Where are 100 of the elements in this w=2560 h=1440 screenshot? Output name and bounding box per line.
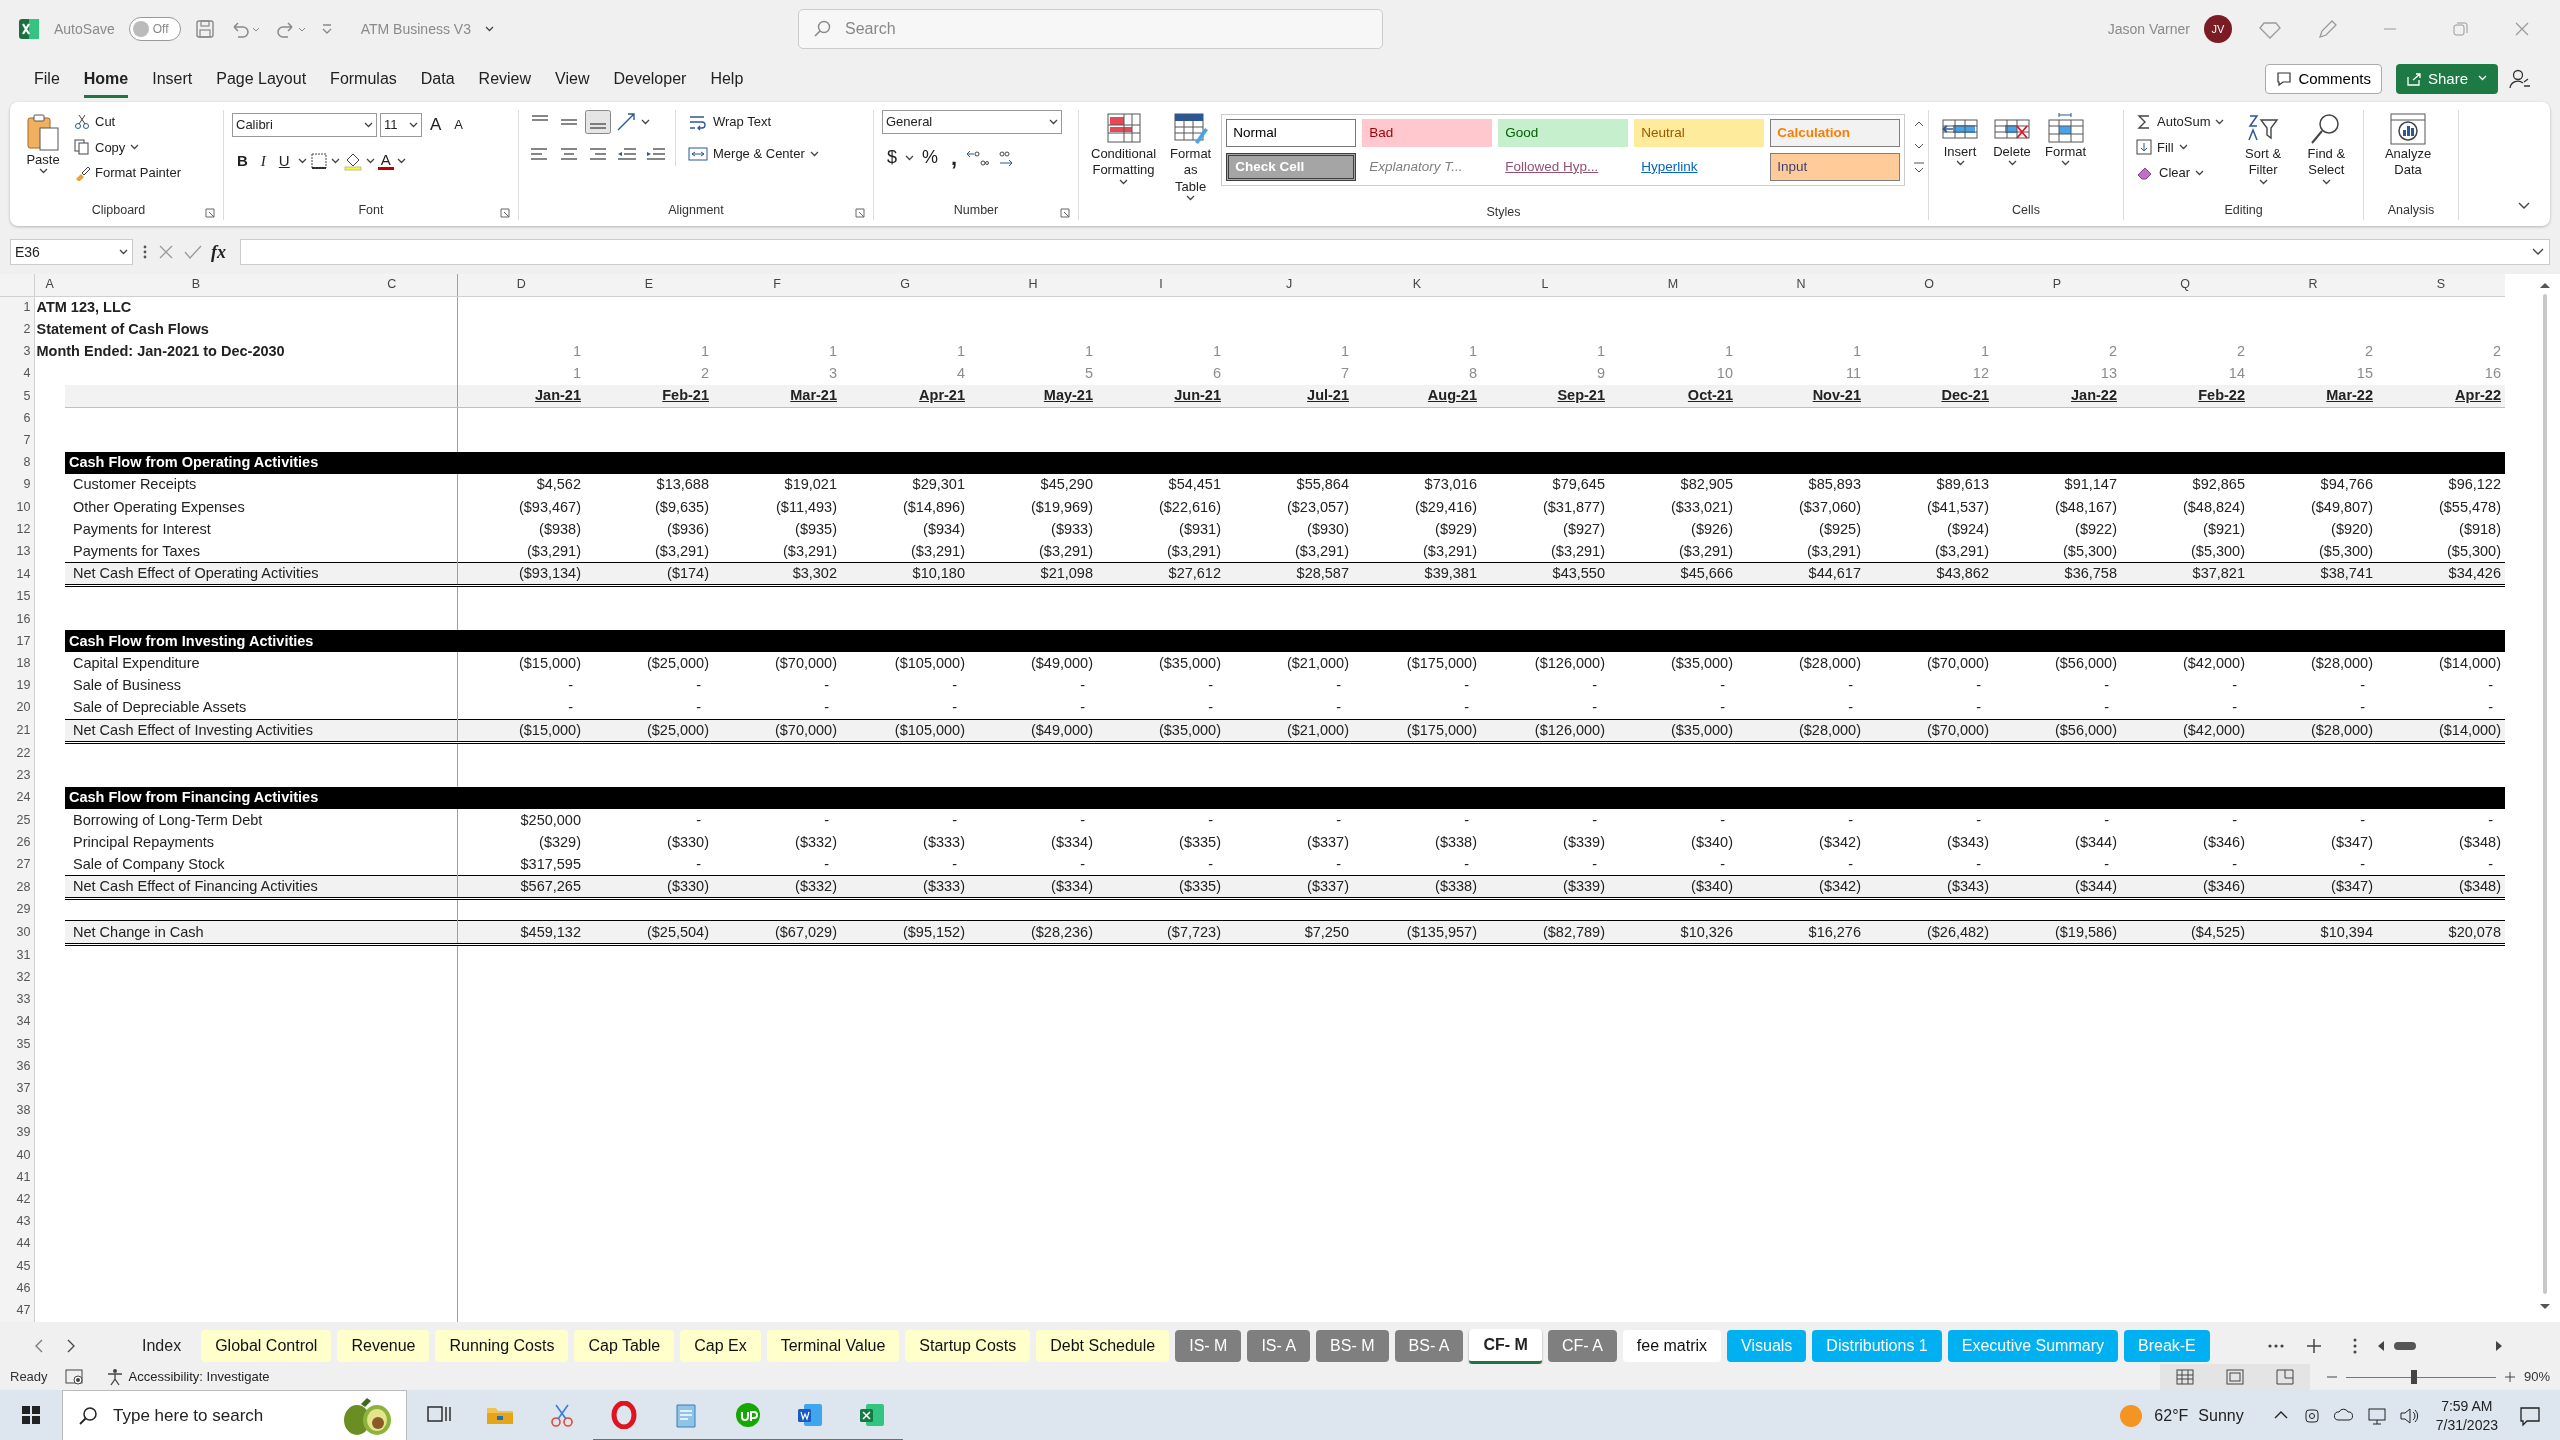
number-format-dropdown[interactable]: General [882,110,1062,134]
redo-icon[interactable] [274,19,307,39]
bottom-align-icon[interactable] [585,110,611,134]
column-header[interactable]: O [1865,274,1993,297]
clock-time[interactable]: 7:59 AM [2441,1397,2493,1416]
sheet-tab[interactable]: CF- M [1469,1328,1542,1364]
row-number[interactable]: 6 [0,407,34,430]
customize-icon[interactable] [320,22,333,36]
macro-record-icon[interactable] [63,1368,86,1386]
sheet-tab[interactable]: Revenue [337,1330,430,1362]
fill-button[interactable]: Fill [2132,135,2229,159]
column-header[interactable]: F [713,274,841,297]
row-number[interactable]: 17 [0,630,34,653]
conditional-formatting-button[interactable]: Conditional Formatting [1087,110,1161,187]
cell-style-option[interactable]: Bad [1362,119,1493,147]
row-number[interactable]: 22 [0,742,34,765]
formula-input[interactable] [240,239,2550,265]
cell-style-option[interactable]: Input [1770,153,1901,181]
cancel-icon[interactable] [157,243,175,261]
menu-tab[interactable]: Help [698,63,756,95]
menu-tab[interactable]: Review [466,63,544,95]
column-header[interactable]: R [2249,274,2377,297]
cell-style-option[interactable]: Hyperlink [1634,153,1765,181]
row-number[interactable]: 12 [0,518,34,541]
row-number[interactable]: 35 [0,1032,34,1056]
name-box[interactable]: E36 [10,239,133,265]
zoom-slider-thumb[interactable] [2410,1370,2417,1384]
row-number[interactable]: 7 [0,429,34,452]
row-number[interactable]: 16 [0,608,34,631]
underline-button[interactable]: U [273,147,295,174]
row-number[interactable]: 8 [0,451,34,474]
row-number[interactable]: 2 [0,318,34,341]
row-number[interactable]: 38 [0,1099,34,1122]
sheet-tab[interactable]: IS- A [1247,1330,1311,1362]
notification-icon[interactable] [2518,1404,2542,1428]
row-number[interactable]: 36 [0,1055,34,1078]
round-app-icon[interactable] [733,1400,763,1429]
save-icon[interactable] [194,19,215,39]
column-header[interactable]: I [1097,274,1225,297]
menu-tab[interactable]: Developer [601,63,699,95]
row-number[interactable]: 28 [0,875,34,899]
row-number[interactable]: 23 [0,764,34,787]
sheet-tab[interactable]: Terminal Value [766,1330,900,1362]
row-number[interactable]: 44 [0,1232,34,1255]
sheet-tab[interactable]: Running Costs [435,1330,569,1362]
column-header[interactable]: E [585,274,713,297]
font-size-dropdown[interactable]: 11 [380,112,422,137]
cell-style-option[interactable]: Followed Hyp... [1498,153,1629,181]
row-number[interactable]: 20 [0,696,34,720]
accessibility-button[interactable]: Accessibility: Investigate [101,1365,274,1389]
menu-tab[interactable]: Insert [140,63,205,95]
row-number[interactable]: 43 [0,1210,34,1233]
currency-button[interactable]: $ [882,142,902,173]
find-select-button[interactable]: Find & Select [2297,110,2355,187]
menu-tab[interactable]: Formulas [318,63,409,95]
row-number[interactable]: 1 [0,296,34,319]
row-number[interactable]: 41 [0,1166,34,1189]
format-as-table-button[interactable]: Format as Table [1166,110,1216,203]
menu-tab[interactable]: File [22,63,72,95]
clear-button[interactable]: Clear [2132,161,2229,185]
sheet-tab[interactable]: Index [128,1330,196,1362]
search-field[interactable]: Search [797,9,1383,49]
cell-style-option[interactable]: Normal [1226,119,1357,147]
menu-tab[interactable]: Data [408,63,467,95]
cell-style-option[interactable]: Neutral [1634,119,1765,147]
font-color-button[interactable]: A [377,151,394,170]
row-number[interactable]: 34 [0,1010,34,1033]
row-number[interactable]: 33 [0,988,34,1011]
column-header[interactable]: G [841,274,969,297]
column-header[interactable]: M [1609,274,1737,297]
spreadsheet-logo-icon[interactable] [18,18,40,40]
row-number[interactable]: 9 [0,473,34,497]
row-number[interactable]: 32 [0,966,34,989]
network-icon[interactable] [2365,1405,2388,1427]
user-avatar[interactable]: JV [2204,15,2232,43]
row-number[interactable]: 24 [0,786,34,809]
sheet-tab[interactable]: BS- M [1316,1330,1389,1362]
row-number[interactable]: 46 [0,1277,34,1300]
row-number[interactable]: 18 [0,652,34,675]
format-button[interactable]: Format [2041,110,2091,169]
sheet-tab[interactable]: Cap Ex [680,1330,761,1362]
dialog-launcher-icon[interactable] [1060,208,1070,218]
row-number[interactable]: 13 [0,540,34,563]
sheet-tab[interactable]: CF- A [1547,1330,1617,1362]
column-header[interactable]: H [969,274,1097,297]
paste-button[interactable]: Paste [22,110,64,177]
comments-button[interactable]: Comments [2265,63,2382,95]
menu-tab[interactable]: Home [71,63,141,95]
cut-button[interactable]: Cut [70,110,185,134]
zoom-in-icon[interactable] [2503,1371,2516,1383]
column-header[interactable]: K [1353,274,1481,297]
row-number[interactable]: 42 [0,1188,34,1211]
dialog-launcher-icon[interactable] [855,208,865,218]
column-header[interactable]: D [457,274,585,297]
ring-icon[interactable] [609,1400,639,1429]
row-number[interactable]: 4 [0,362,34,385]
font-name-dropdown[interactable]: Calibri [232,112,377,137]
column-header[interactable]: Q [2121,274,2249,297]
grow-font-button[interactable]: A [425,110,447,140]
row-number[interactable]: 15 [0,585,34,609]
